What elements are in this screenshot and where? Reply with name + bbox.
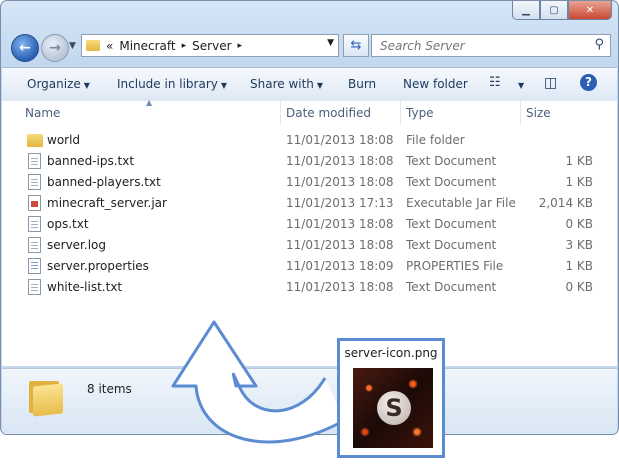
curved-arrow-outline [171, 320, 346, 444]
server-icon-filename: server-icon.png [344, 346, 438, 360]
curved-arrow-graphic [171, 320, 346, 444]
server-icon-image: S [353, 368, 433, 448]
server-icon-preview: server-icon.png S [337, 338, 445, 458]
server-icon-letter: S [377, 391, 411, 425]
